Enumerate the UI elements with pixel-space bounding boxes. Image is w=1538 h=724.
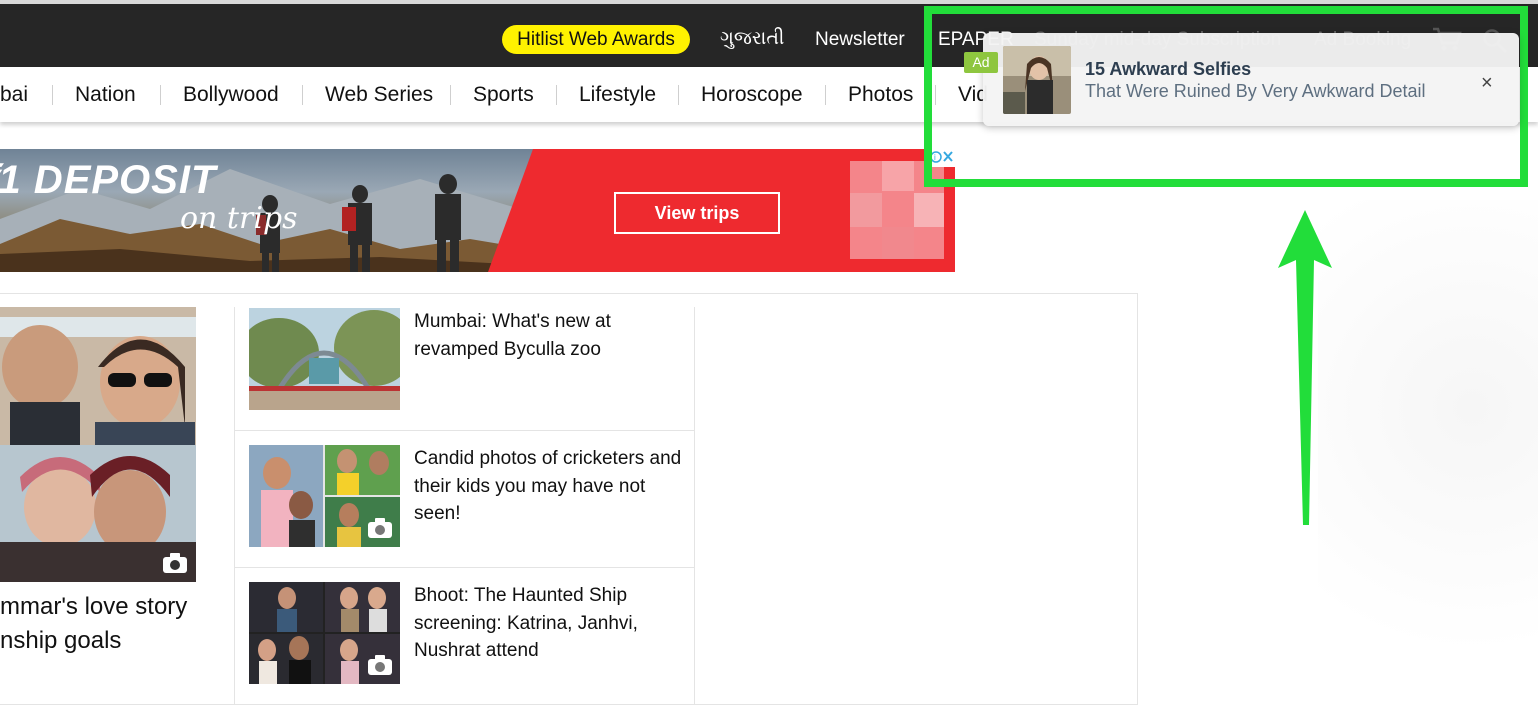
camera-icon (368, 655, 392, 675)
nav-separator (825, 85, 826, 105)
hitlist-awards-button[interactable]: Hitlist Web Awards (502, 25, 690, 54)
close-icon[interactable]: × (1481, 73, 1493, 93)
banner-ad[interactable]: ₹1 DEPOSIT on trips View trips (0, 149, 955, 272)
popup-subtitle[interactable]: That Were Ruined By Very Awkward Detail (1085, 81, 1426, 102)
annotation-arrow-icon (1278, 210, 1332, 525)
lead-story-title[interactable]: mmar's love story nship goals (0, 590, 220, 658)
ad-notification-popup[interactable]: 15 Awkward Selfies That Were Ruined By V… (983, 33, 1519, 126)
lead-title-line-2[interactable]: nship goals (0, 624, 220, 658)
gujarati-link[interactable]: ગુજરાતી (720, 27, 784, 51)
story-item[interactable]: Mumbai: What's new at revamped Byculla z… (235, 294, 695, 431)
nav-item-photos[interactable]: Photos (848, 82, 913, 108)
nav-separator (52, 85, 53, 105)
nav-separator (678, 85, 679, 105)
nav-separator (160, 85, 161, 105)
lead-story-image[interactable] (0, 307, 196, 582)
right-column-background (1318, 200, 1538, 720)
nav-item-mumbai[interactable]: bai (0, 82, 28, 108)
nav-separator (450, 85, 451, 105)
nav-item-bollywood[interactable]: Bollywood (183, 82, 279, 108)
nav-item-horoscope[interactable]: Horoscope (701, 82, 803, 108)
nav-item-sports[interactable]: Sports (473, 82, 534, 108)
nav-item-web-series[interactable]: Web Series (325, 82, 433, 108)
nav-item-nation[interactable]: Nation (75, 82, 136, 108)
story-thumbnail[interactable] (249, 445, 400, 547)
story-item[interactable]: Candid photos of cricketers and their ki… (235, 431, 695, 568)
story-title[interactable]: Mumbai: What's new at revamped Byculla z… (414, 308, 684, 363)
nav-separator (302, 85, 303, 105)
story-item[interactable]: Bhoot: The Haunted Ship screening: Katri… (235, 568, 695, 705)
popup-thumbnail[interactable] (1003, 46, 1071, 114)
lead-title-line-1[interactable]: mmar's love story (0, 590, 220, 624)
nav-item-lifestyle[interactable]: Lifestyle (579, 82, 656, 108)
camera-icon (368, 518, 392, 538)
banner-script: on trips (180, 201, 298, 236)
story-thumbnail[interactable] (249, 582, 400, 684)
banner-headline: ₹1 DEPOSIT (0, 158, 217, 202)
newsletter-link[interactable]: Newsletter (815, 28, 905, 52)
popup-title[interactable]: 15 Awkward Selfies (1085, 59, 1251, 80)
nav-separator (556, 85, 557, 105)
story-title[interactable]: Bhoot: The Haunted Ship screening: Katri… (414, 582, 684, 665)
story-thumbnail[interactable] (249, 308, 400, 410)
camera-icon (163, 553, 187, 573)
ad-badge: Ad (964, 52, 998, 73)
story-title[interactable]: Candid photos of cricketers and their ki… (414, 445, 684, 528)
view-trips-button[interactable]: View trips (614, 192, 780, 234)
